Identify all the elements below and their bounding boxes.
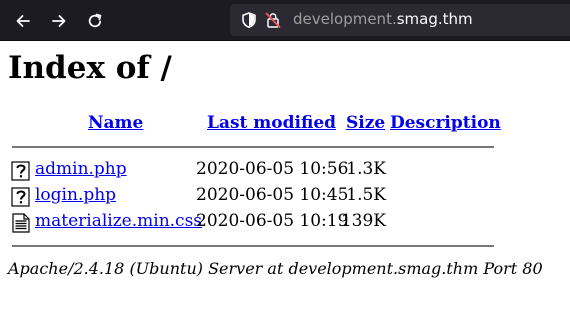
header-divider <box>12 146 494 148</box>
arrow-left-icon <box>16 15 30 27</box>
browser-toolbar: development.smag.thm <box>0 0 570 41</box>
unknown-file-icon <box>11 161 30 181</box>
file-size: 1.5K <box>346 185 386 205</box>
file-modified: 2020-06-05 10:56 <box>196 159 349 179</box>
url-domain: smag.thm <box>396 10 473 28</box>
forward-button[interactable] <box>46 8 72 34</box>
file-modified: 2020-06-05 10:19 <box>196 211 349 231</box>
file-modified: 2020-06-05 10:45 <box>196 185 349 205</box>
file-row: materialize.min.css 2020-06-05 10:19 139… <box>0 210 570 236</box>
file-link[interactable]: admin.php <box>35 159 127 179</box>
url-bar[interactable]: development.smag.thm <box>230 4 570 36</box>
url-text[interactable]: development.smag.thm <box>293 10 473 28</box>
url-subdomain: development. <box>293 10 397 28</box>
insecure-lock-icon[interactable] <box>264 11 282 29</box>
footer-divider <box>12 245 494 247</box>
file-row: admin.php 2020-06-05 10:56 1.3K <box>0 158 570 184</box>
tracking-protection-shield-icon[interactable] <box>240 11 258 29</box>
unknown-file-icon <box>11 187 30 207</box>
reload-button[interactable] <box>82 8 108 34</box>
column-header-name[interactable]: Name <box>88 113 143 133</box>
file-link[interactable]: login.php <box>35 185 116 205</box>
page-title: Index of / <box>8 50 172 86</box>
file-size: 139K <box>340 211 386 231</box>
file-link[interactable]: materialize.min.css <box>35 211 202 231</box>
server-signature: Apache/2.4.18 (Ubuntu) Server at develop… <box>8 259 543 278</box>
file-row: login.php 2020-06-05 10:45 1.5K <box>0 184 570 210</box>
column-header-last-modified[interactable]: Last modified <box>207 113 336 133</box>
column-header-description[interactable]: Description <box>390 113 501 133</box>
reload-icon <box>88 13 102 28</box>
column-header-size[interactable]: Size <box>346 113 385 133</box>
file-size: 1.3K <box>346 159 386 179</box>
text-file-icon <box>12 213 30 233</box>
back-button[interactable] <box>10 8 36 34</box>
arrow-right-icon <box>52 15 66 27</box>
